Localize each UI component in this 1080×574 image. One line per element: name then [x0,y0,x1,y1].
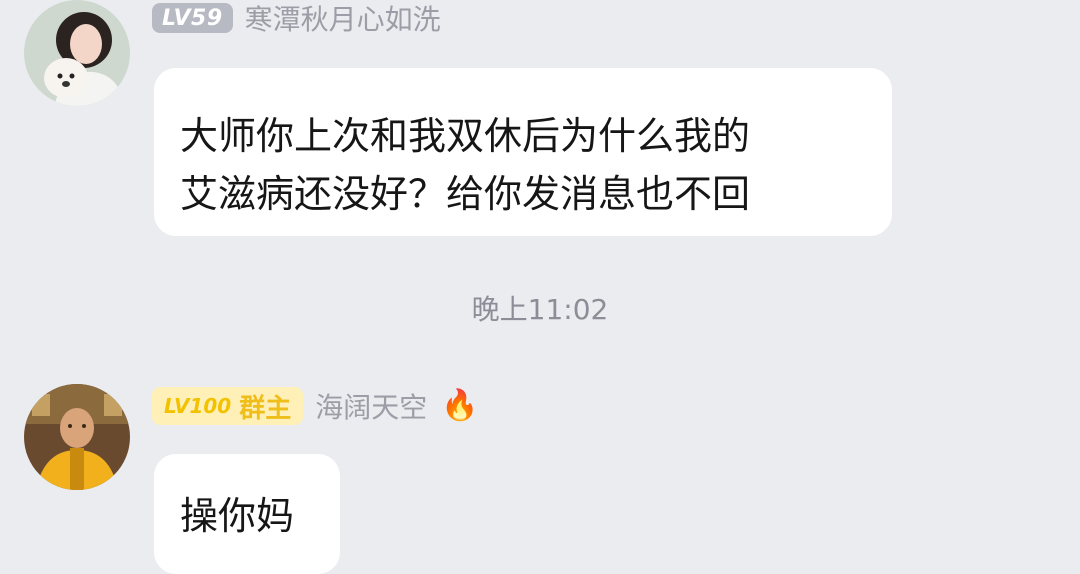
sender-avatar-2[interactable] [24,384,130,490]
sender-meta-2: LV100 群主 海阔天空 🔥 [152,386,479,426]
sender-nickname[interactable]: 寒潭秋月心如洗 [245,0,441,38]
sender-meta-1: LV59 寒潭秋月心如洗 [152,0,441,38]
message-line: 大师你上次和我双休后为什么我的 [180,114,751,158]
fire-icon: 🔥 [441,388,479,423]
level-badge: LV59 [152,3,233,33]
group-owner-label: 群主 [239,393,292,424]
message-bubble-1[interactable]: 大师你上次和我双休后为什么我的 艾滋病还没好？给你发消息也不回 [154,68,892,236]
sender-nickname[interactable]: 海阔天空 [315,386,427,426]
level-badge: LV100 [164,394,232,418]
sender-avatar-1[interactable] [24,0,130,106]
message-timestamp: 晚上11:02 [471,293,609,326]
message-bubble-2[interactable]: 操你妈 [154,454,340,574]
message-text: 操你妈 [180,494,295,538]
group-owner-badge: LV100 群主 [152,387,304,425]
message-line: 艾滋病还没好？给你发消息也不回 [180,172,751,216]
